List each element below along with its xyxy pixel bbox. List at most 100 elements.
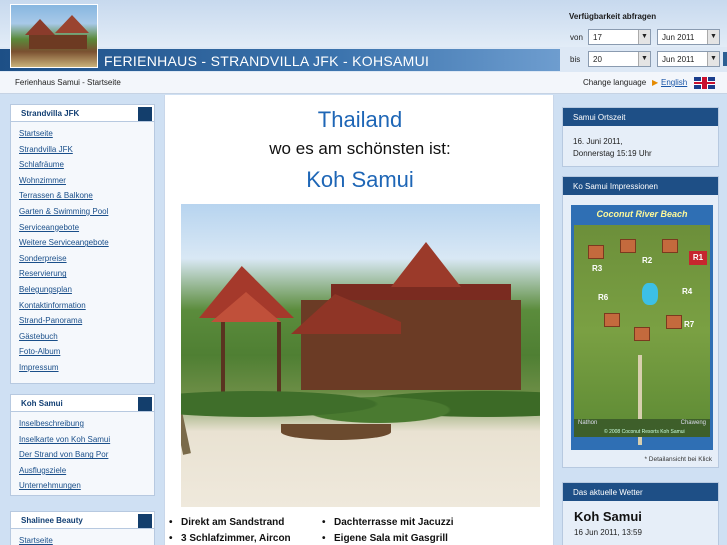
heading-subtitle: wo es am schönsten ist: <box>269 139 451 158</box>
left-sidebar: Strandvilla JFK Startseite Strandvilla J… <box>0 95 162 545</box>
to-month-select[interactable]: Jun 2011 ▼ <box>657 51 720 67</box>
logo-photo[interactable] <box>10 4 98 68</box>
feature-item: Dachterrasse mit Jacuzzi <box>322 517 453 528</box>
uk-flag-icon[interactable] <box>694 77 715 89</box>
sidebar-item-garten[interactable]: Garten & Swimming Pool <box>19 204 154 220</box>
villa-tag: R7 <box>684 320 695 329</box>
box-square-icon <box>138 397 152 411</box>
to-day-select[interactable]: 20 ▼ <box>588 51 651 67</box>
sidebar-item-unternehmungen[interactable]: Unternehmungen <box>19 478 154 494</box>
sidebar-item-gaestebuch[interactable]: Gästebuch <box>19 329 154 345</box>
weather-box: Das aktuelle Wetter Koh Samui 16 Jun 201… <box>562 482 719 545</box>
main-content: Thailand wo es am schönsten ist: Koh Sam… <box>164 95 554 545</box>
impressions-title: Ko Samui Impressionen <box>563 177 718 195</box>
from-label: von <box>570 33 583 42</box>
map-title: Coconut River Beach <box>596 209 688 219</box>
heading-thailand: Thailand <box>317 107 403 132</box>
change-language-label: Change language <box>583 78 647 87</box>
sidebar-item-terrassen[interactable]: Terrassen & Balkone <box>19 188 154 204</box>
sidebar-item-kontakt[interactable]: Kontaktinformation <box>19 298 154 314</box>
map-area: R1 R2 R3 R4 R6 R7 <box>574 225 710 445</box>
bungalow <box>634 327 650 341</box>
map-caption: * Detailansicht bei Klick <box>644 456 712 463</box>
sidebar-item-wohnzimmer[interactable]: Wohnzimmer <box>19 173 154 189</box>
nav-box-title: Shalinee Beauty <box>21 516 83 525</box>
availability-form: Verfügbarkeit abfragen von 17 ▼ Jun 2011… <box>560 0 727 72</box>
sidebar-item-strand-bangpor[interactable]: Der Strand von Bang Por <box>19 447 154 463</box>
bungalow <box>620 239 636 253</box>
boat <box>281 424 391 440</box>
heading-kohsamui: Koh Samui <box>306 167 414 192</box>
sidebar-item-inselkarte[interactable]: Inselkarte von Koh Samui <box>19 432 154 448</box>
bungalow <box>604 313 620 327</box>
nav-box-header: Koh Samui <box>11 395 154 412</box>
weather-title: Das aktuelle Wetter <box>563 483 718 501</box>
right-sidebar: Samui Ortszeit 16. Juni 2011, Donnerstag… <box>557 95 727 545</box>
weather-time: 16 Jun 2011, 13:59 <box>574 528 642 537</box>
nav-box-title: Koh Samui <box>21 399 63 408</box>
header: FERIENHAUS - STRANDVILLA JFK - KOHSAMUI … <box>0 0 727 72</box>
feature-item: Eigene Sala mit Gasgrill <box>322 533 448 544</box>
box-square-icon <box>138 514 152 528</box>
sidebar-item-inselbeschreibung[interactable]: Inselbeschreibung <box>19 416 154 432</box>
sidebar-item-belegungsplan[interactable]: Belegungsplan <box>19 282 154 298</box>
to-label: bis <box>570 55 581 64</box>
english-language-link[interactable]: English <box>661 78 687 87</box>
local-time-title: Samui Ortszeit <box>563 108 718 126</box>
feature-item: Direkt am Sandstrand <box>169 517 284 528</box>
from-month-value: Jun 2011 <box>662 33 695 42</box>
logo-roof <box>25 19 55 35</box>
chevron-down-icon: ▼ <box>638 30 650 44</box>
sidebar-item-strandvilla[interactable]: Strandvilla JFK <box>19 142 154 158</box>
from-day-select[interactable]: 17 ▼ <box>588 29 651 45</box>
weather-city: Koh Samui <box>574 509 642 524</box>
chevron-down-icon: ▼ <box>707 52 719 66</box>
nav-box-shalinee: Shalinee Beauty Startseite <box>10 511 155 545</box>
nav-box-header: Shalinee Beauty <box>11 512 154 529</box>
bungalow <box>666 315 682 329</box>
arrow-right-icon: ▶ <box>652 78 659 87</box>
local-time-box: Samui Ortszeit 16. Juni 2011, Donnerstag… <box>562 107 719 167</box>
villa-tag: R1 <box>689 251 707 265</box>
to-day-value: 20 <box>593 55 602 64</box>
to-month-value: Jun 2011 <box>662 55 695 64</box>
villa-tag: R4 <box>682 287 693 296</box>
sidebar-item-sonderpreise[interactable]: Sonderpreise <box>19 251 154 267</box>
from-day-value: 17 <box>593 33 602 42</box>
local-time: 16. Juni 2011, Donnerstag 15:19 Uhr <box>573 136 652 160</box>
sidebar-item-reservierung[interactable]: Reservierung <box>19 266 154 282</box>
map-right-label: Chaweng <box>680 420 706 426</box>
availability-to-row: bis 20 ▼ Jun 2011 ▼ <box>560 51 727 69</box>
bungalow <box>662 239 678 253</box>
sidebar-item-startseite[interactable]: Startseite <box>19 126 154 142</box>
map-left-label: Nathon <box>578 420 598 426</box>
sidebar-item-panorama[interactable]: Strand-Panorama <box>19 313 154 329</box>
local-clock: Donnerstag 15:19 Uhr <box>573 149 652 158</box>
villa-tag: R2 <box>642 256 653 265</box>
sidebar-item-serviceangebote[interactable]: Serviceangebote <box>19 220 154 236</box>
chevron-down-icon: ▼ <box>707 30 719 44</box>
from-month-select[interactable]: Jun 2011 ▼ <box>657 29 720 45</box>
sidebar-item-weitere-service[interactable]: Weitere Serviceangebote <box>19 235 154 251</box>
sidebar-item-shalinee-startseite[interactable]: Startseite <box>19 533 154 545</box>
box-square-icon <box>138 107 152 121</box>
villa-roof <box>391 242 461 287</box>
impressions-box: Ko Samui Impressionen Coconut River Beac… <box>562 176 719 468</box>
sidebar-item-impressum[interactable]: Impressum <box>19 360 154 376</box>
bungalow <box>588 245 604 259</box>
resort-map[interactable]: Coconut River Beach R1 R2 R3 R4 R6 R7 Na… <box>571 205 713 450</box>
sidebar-item-fotoalbum[interactable]: Foto-Album <box>19 344 154 360</box>
search-availability-button[interactable] <box>723 52 727 66</box>
nav-box-header: Strandvilla JFK <box>11 105 154 122</box>
availability-from-row: von 17 ▼ Jun 2011 ▼ <box>560 29 727 47</box>
chevron-down-icon: ▼ <box>638 52 650 66</box>
sidebar-item-schlafraeume[interactable]: Schlafräume <box>19 157 154 173</box>
sidebar-item-ausflugsziele[interactable]: Ausflugsziele <box>19 463 154 479</box>
villa-tag: R3 <box>592 264 603 273</box>
map-copyright: © 2008 Coconut Resorts Koh Samui <box>604 429 685 435</box>
nav-box-strandvilla: Strandvilla JFK Startseite Strandvilla J… <box>10 104 155 384</box>
villa-photo <box>181 204 540 507</box>
logo-roof <box>55 15 89 33</box>
logo-house <box>29 35 87 49</box>
nav-box-kohsamui: Koh Samui Inselbeschreibung Inselkarte v… <box>10 394 155 496</box>
